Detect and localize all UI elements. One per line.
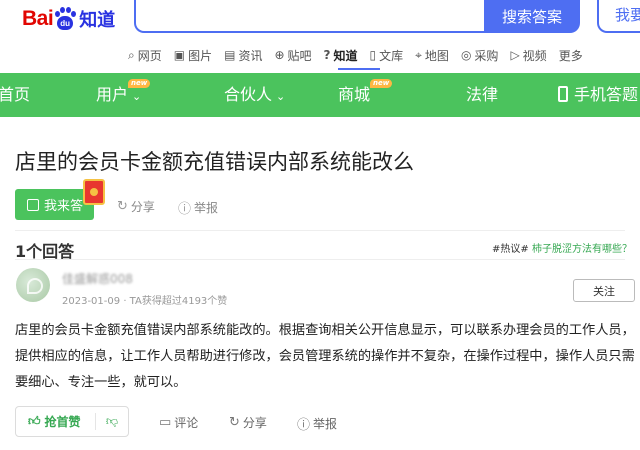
subnav-label: 采购 [474,48,499,63]
subnav-item-map[interactable]: ⌖ 地图 [415,45,449,65]
subnav-label: 资讯 [238,48,263,63]
question-share-button[interactable]: ↻ 分享 [117,198,155,215]
logo-du-text: du [57,16,74,30]
nav-mobile[interactable]: 手机答题 [558,73,638,117]
thumbs-up-icon: 👍︎ [28,414,41,428]
nav-partner-label: 合伙人 [224,85,273,104]
hot-topic[interactable]: #热议# 柿子脱涩方法有哪些？ [492,240,632,255]
subnav-label: 图片 [188,48,213,63]
report-label: 举报 [194,201,219,215]
subnav-item-tieba[interactable]: ⊕ 贴吧 [274,45,311,65]
comment-button[interactable]: ▭ 评论 [159,414,198,431]
divider [15,259,625,260]
logo-bai-text: Bai [22,7,54,30]
dislike-button[interactable]: 👎︎ [96,414,128,429]
search-answers-button[interactable]: 搜索答案 [484,0,580,33]
share-icon: ↻ [117,199,128,214]
subnav-item-news[interactable]: ▤ 资讯 [224,45,262,65]
nav-home[interactable]: 首页 [0,73,30,117]
baidu-zhidao-logo[interactable]: Bai du 知道 [22,4,115,34]
subnav-item-web[interactable]: ⌕ 网页 [128,45,162,65]
share-label: 分享 [242,416,267,430]
subnav-item-purchase[interactable]: ◎ 采购 [461,45,499,65]
chevron-down-icon: ⌄ [276,90,286,103]
chevron-down-icon: ⌄ [132,90,142,103]
subnav-label: 网页 [137,48,162,63]
hot-tag: #热议# [492,244,529,255]
edit-icon [27,198,39,211]
map-icon: ⌖ [415,47,422,62]
subnav-label: 贴吧 [287,48,312,63]
top-header: Bai du 知道 搜索答案 我要 [0,0,640,46]
subnav-label: 地图 [424,48,449,63]
subnav-item-wenku[interactable]: ▯ 文库 [370,45,404,65]
subnav-label: 文库 [379,48,404,63]
nav-partner[interactable]: 合伙人 ⌄ [224,73,285,117]
active-tab-indicator [338,68,380,70]
purchase-icon: ◎ [460,48,472,62]
tieba-icon: ⊕ [274,48,285,62]
like-button[interactable]: 👍︎ 抢首赞 [16,413,96,430]
answer-button-label: 我来答 [44,199,84,214]
answer-date: 2023-01-09 [62,296,121,307]
answer-meta: 2023-01-09 · TA获得超过4193个赞 [62,292,227,307]
report-icon: ⓘ [178,202,192,217]
subnav-label: 更多 [558,48,583,63]
question-title: 店里的会员卡金额充值错误内部系统能改么 [15,150,414,174]
nav-law[interactable]: 法律 [466,73,498,117]
share-label: 分享 [130,200,155,214]
subnav-item-video[interactable]: ▷ 视频 [510,45,546,65]
search-input[interactable] [134,0,484,33]
news-icon: ▤ [224,48,236,62]
vote-group: 👍︎ 抢首赞 👎︎ [15,406,129,437]
baidu-paw-icon: du [54,7,77,31]
image-icon: ▣ [173,48,186,62]
subnav-item-zhidao[interactable]: ? 知道 [324,45,358,65]
comment-label: 评论 [174,416,199,430]
divider [15,230,625,231]
share-icon: ↻ [229,415,240,430]
answer-likes-info: · TA获得超过4193个赞 [123,296,228,307]
follow-button[interactable]: 关注 [573,279,635,302]
search-icon: ⌕ [128,47,135,62]
subnav-item-more[interactable]: 更多 [559,45,583,65]
logo-zhidao-text: 知道 [79,10,116,31]
subnav-label: 知道 [333,48,358,63]
search-category-nav: ⌕ 网页 ▣ 图片 ▤ 资讯 ⊕ 贴吧 ? 知道 ▯ 文库 ⌖ 地图 ◎ 采购 … [128,45,595,67]
like-label: 抢首赞 [44,415,81,429]
subnav-label: 视频 [522,48,547,63]
zhidao-icon: ? [323,48,331,62]
video-icon: ▷ [510,48,520,62]
subnav-item-images[interactable]: ▣ 图片 [174,45,212,65]
ask-question-button[interactable]: 我要 [597,0,640,33]
hot-topic-link[interactable]: 柿子脱涩方法有哪些？ [532,244,632,255]
report-label: 举报 [313,417,338,431]
avatar[interactable] [16,268,50,302]
zhidao-main-nav: 首页 用户 ⌄ new 合伙人 ⌄ 商城 new 法律 手机答题 [0,73,640,117]
answer-report-button[interactable]: ⓘ 举报 [297,414,337,433]
answer-share-button[interactable]: ↻ 分享 [229,414,267,431]
red-packet-icon[interactable] [83,179,105,205]
report-icon: ⓘ [297,418,311,433]
nav-mobile-label: 手机答题 [574,85,639,104]
comment-icon: ▭ [159,415,172,430]
new-badge: new [128,79,151,88]
nav-user-label: 用户 [96,85,129,104]
thumbs-down-icon: 👎︎ [105,414,119,428]
phone-icon [558,86,568,102]
question-report-button[interactable]: ⓘ 举报 [178,198,218,217]
new-badge: new [370,79,393,88]
nav-mall[interactable]: 商城 [338,73,370,117]
answer-body: 店里的会员卡金额充值错误内部系统能改的。根据查询相关公开信息显示，可以联系办理会… [15,323,635,390]
wenku-icon: ▯ [369,48,377,62]
answer-author-name[interactable]: 佳盛解惑008 [62,270,133,287]
